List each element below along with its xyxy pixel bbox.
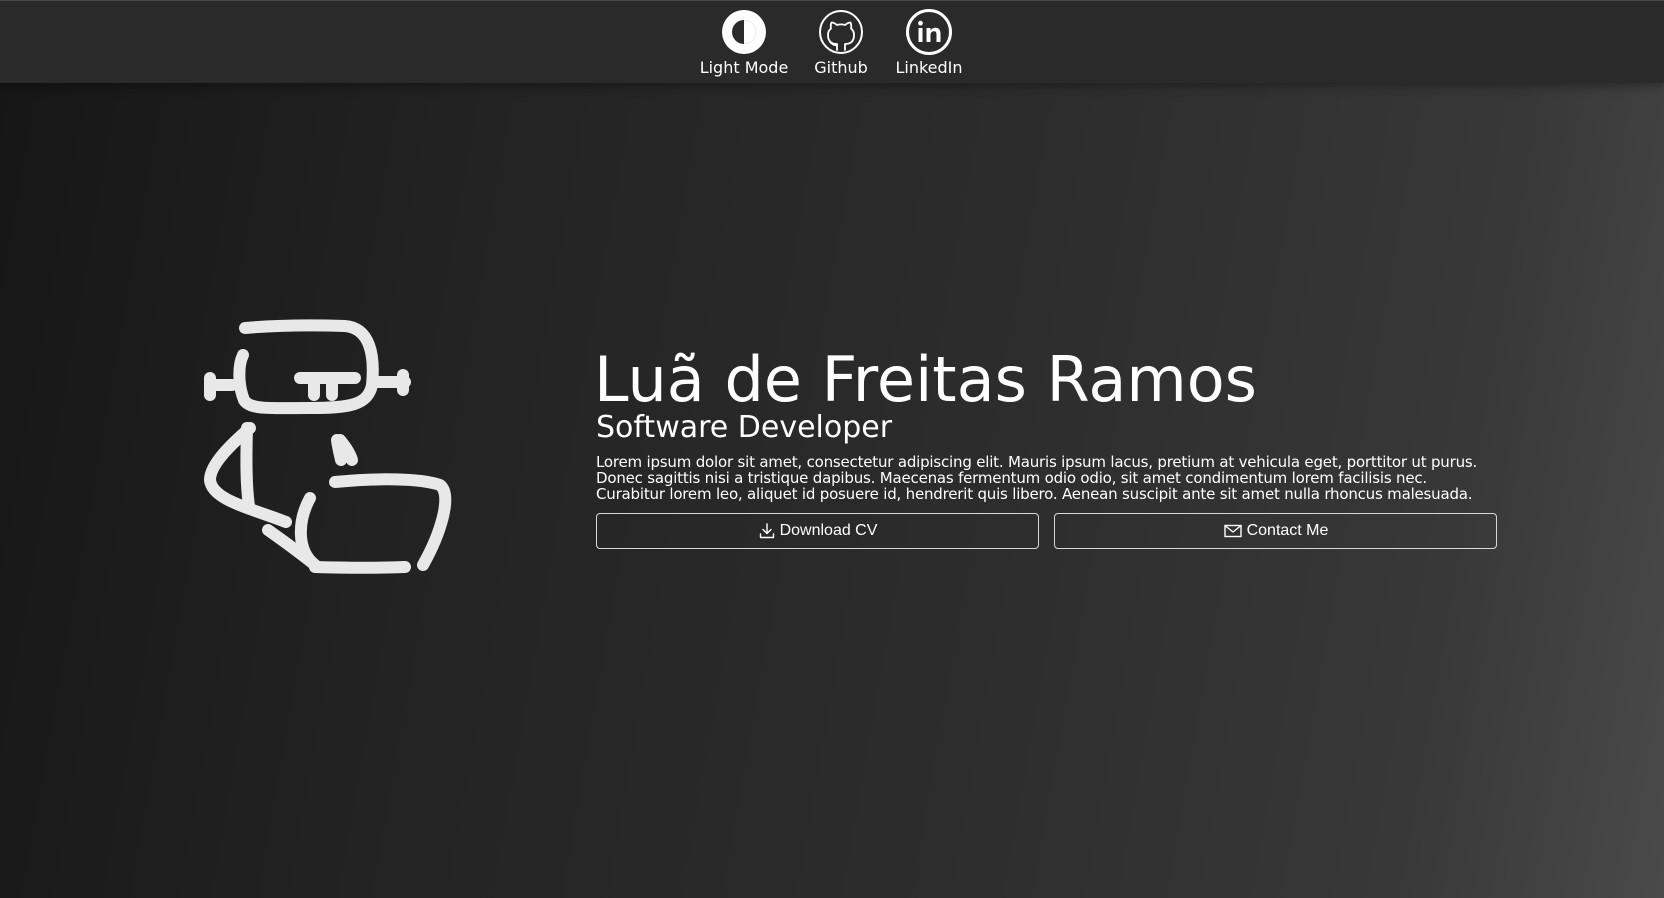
- contrast-icon: [722, 10, 766, 54]
- job-title: Software Developer: [596, 410, 893, 445]
- linkedin-link[interactable]: LinkedIn: [874, 9, 984, 77]
- linkedin-label: LinkedIn: [895, 58, 963, 77]
- contact-me-button[interactable]: Contact Me: [1054, 513, 1497, 549]
- github-label: Github: [814, 58, 868, 77]
- download-cv-button[interactable]: Download CV: [596, 513, 1039, 549]
- light-mode-toggle[interactable]: Light Mode: [689, 9, 799, 77]
- contact-me-label: Contact Me: [1246, 522, 1329, 539]
- bio-text: Lorem ipsum dolor sit amet, consectetur …: [596, 454, 1496, 502]
- linkedin-icon: [906, 9, 952, 55]
- github-icon: [819, 10, 863, 54]
- top-navigation-bar: Light Mode Github LinkedIn: [0, 0, 1664, 83]
- bio-line: Donec sagittis nisi a tristique dapibus.…: [596, 469, 1427, 487]
- download-icon: [759, 523, 774, 539]
- download-cv-label: Download CV: [779, 522, 878, 539]
- bio-line: Lorem ipsum dolor sit amet, consectetur …: [596, 453, 1478, 471]
- robot-laptop-icon: [204, 319, 452, 574]
- page-title: Luã de Freitas Ramos: [594, 343, 1257, 416]
- mail-icon: [1223, 524, 1242, 538]
- bio-line: Curabitur lorem leo, aliquet id posuere …: [596, 485, 1473, 503]
- light-mode-label: Light Mode: [699, 58, 789, 77]
